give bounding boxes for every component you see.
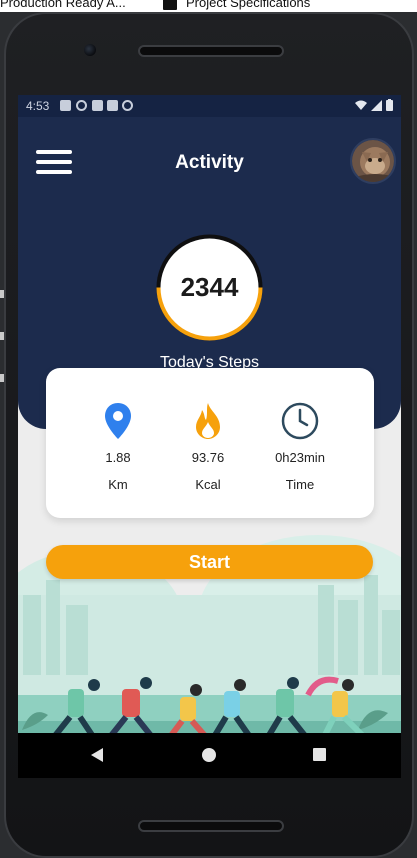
home-circle-icon[interactable] (202, 748, 216, 762)
flame-icon (196, 403, 220, 439)
distance-value: 1.88 (105, 450, 131, 465)
stat-calories: 93.76 Kcal (163, 402, 253, 492)
clock-icon (281, 402, 319, 440)
steps-count: 2344 (180, 272, 239, 302)
wifi-icon (355, 100, 367, 110)
sim-icon (92, 100, 103, 111)
back-triangle-icon[interactable] (90, 747, 104, 763)
top-speaker (138, 45, 284, 57)
location-pin-icon (105, 403, 131, 439)
stat-time: 0h23min Time (255, 402, 345, 492)
sim-icon (107, 100, 118, 111)
front-camera-icon (84, 44, 96, 56)
stats-card: 1.88 Km 93.76 Kcal 0h23min Time (46, 368, 374, 518)
time-value: 0h23min (275, 450, 325, 465)
cat-avatar-icon (352, 140, 394, 182)
calories-unit: Kcal (195, 477, 221, 492)
google-icon (76, 100, 87, 111)
host-tab-project-specs[interactable]: Project Specifications (186, 0, 310, 10)
folder-icon (163, 0, 177, 10)
status-bar: 4:53 (18, 95, 401, 117)
avatar[interactable] (350, 138, 396, 184)
image-icon (60, 100, 71, 111)
time-unit: Time (285, 477, 315, 492)
stat-distance: 1.88 Km (73, 402, 163, 492)
sync-icon (122, 100, 133, 111)
calories-value: 93.76 (191, 450, 225, 465)
host-tab-production[interactable]: Production Ready A... (0, 0, 126, 10)
signal-icon (371, 99, 382, 111)
status-time: 4:53 (26, 99, 50, 113)
battery-icon (386, 99, 393, 111)
distance-unit: Km (108, 477, 128, 492)
recent-square-icon[interactable] (313, 748, 326, 761)
app-screen: 4:53 Activity 2344 Today's Steps Start 1… (18, 95, 401, 778)
start-button[interactable]: Start (46, 545, 373, 579)
host-tab-strip: Production Ready A... Project Specificat… (0, 0, 417, 12)
android-nav-bar (18, 733, 401, 778)
page-title: Activity (175, 152, 244, 173)
bottom-speaker (138, 820, 284, 832)
